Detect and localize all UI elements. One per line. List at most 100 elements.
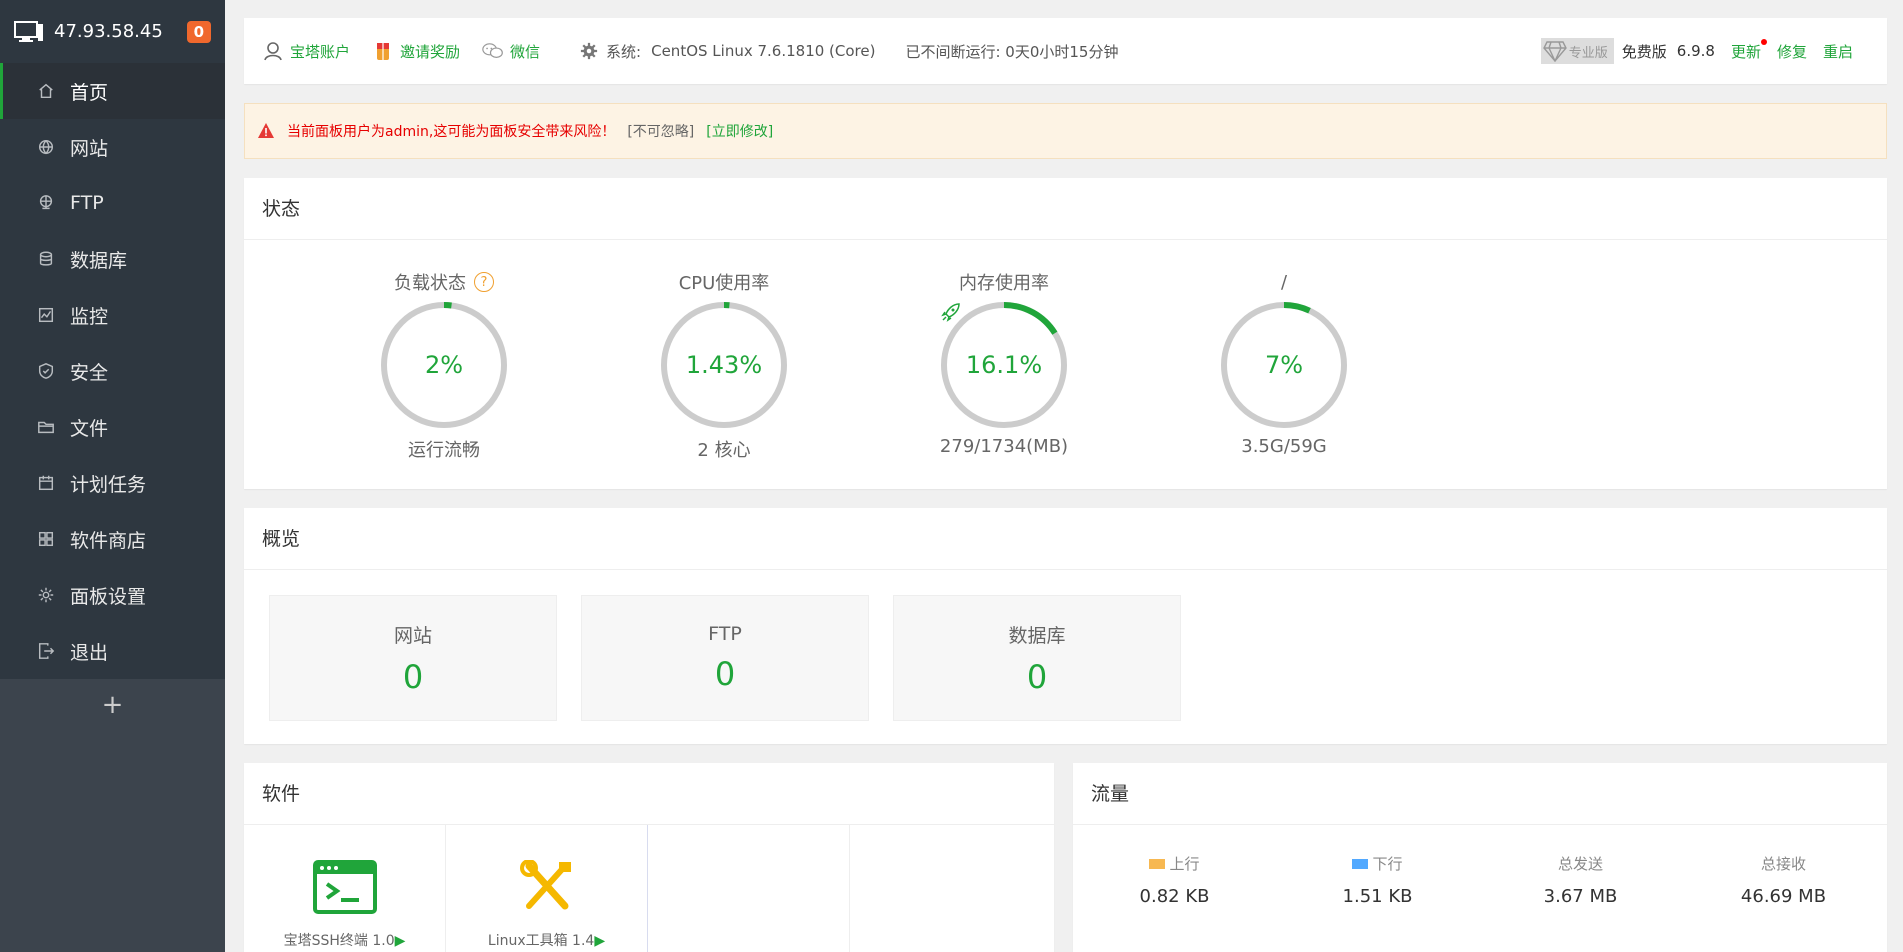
alert-ignore: [不可忽略] [627, 124, 695, 140]
traffic-value: 1.51 KB [1342, 886, 1413, 907]
pro-label: 专业版 [1568, 45, 1608, 61]
sidebar-item-label: 网站 [70, 137, 109, 160]
gear-icon [580, 42, 598, 60]
home-icon [36, 81, 56, 101]
traffic-stats: 上行 0.82 KB 下行 1.51 KB 总发送 3.67 MB 总接收 46… [1073, 825, 1887, 907]
status-panel: 状态 负载状态? 2% 运行流畅 CPU使用率 1.43% 2 核心 内存使用率… [244, 178, 1887, 489]
software-name-text: Linux工具箱 1.4 [487, 933, 595, 949]
traffic-label-text: 下行 [1372, 855, 1403, 873]
traffic-upload: 上行 0.82 KB [1073, 853, 1276, 907]
terminal-icon [312, 860, 377, 914]
edition-label: 免费版 [1621, 42, 1667, 61]
gauge-label: / [1280, 271, 1288, 293]
gauge-value: 16.1% [965, 351, 1043, 379]
wechat-link[interactable]: 微信 [482, 40, 540, 62]
monitor-icon [14, 20, 43, 42]
sidebar-item-cron[interactable]: 计划任务 [0, 455, 225, 511]
alert-fix-link[interactable]: [立即修改] [706, 121, 773, 141]
system-label: 系统: [606, 42, 642, 61]
upload-swatch [1149, 858, 1166, 869]
overview-card-ftp[interactable]: FTP 0 [581, 595, 869, 721]
uptime: 已不间断运行: 0天0小时15分钟 [905, 42, 1119, 61]
traffic-value: 3.67 MB [1543, 886, 1618, 907]
traffic-title: 流量 [1073, 763, 1887, 825]
restart-link[interactable]: 重启 [1823, 41, 1853, 62]
overview-title: 概览 [244, 508, 1887, 570]
message-badge[interactable]: 0 [186, 20, 211, 43]
sidebar: 47.93.58.45 0 首页 网站 FTP 数据库 监控 安全 文件 计划任… [0, 0, 225, 952]
gauge-ring: 7% [1219, 300, 1349, 430]
version-area: 专业版 免费版 6.9.8 更新 修复 重启 [1540, 38, 1869, 64]
calendar-icon [36, 473, 56, 493]
sidebar-item-ftp[interactable]: FTP [0, 175, 225, 231]
overview-panel: 概览 网站 0 FTP 0 数据库 0 [244, 508, 1887, 744]
gauge-sub: 2 核心 [697, 440, 751, 461]
globe-icon [36, 137, 56, 157]
wechat-label: 微信 [510, 42, 541, 61]
overview-card-website[interactable]: 网站 0 [269, 595, 557, 721]
security-alert: 当前面板用户为admin,这可能为面板安全带来风险！ [不可忽略] [立即修改] [244, 103, 1887, 159]
sidebar-item-database[interactable]: 数据库 [0, 231, 225, 287]
sidebar-item-settings[interactable]: 面板设置 [0, 567, 225, 623]
card-name: 数据库 [1008, 624, 1066, 647]
sidebar-item-label: 软件商店 [70, 529, 147, 552]
warning-icon [258, 123, 274, 138]
gauge-ring: 2% [379, 300, 509, 430]
play-icon[interactable]: ▶ [395, 933, 406, 949]
status-title: 状态 [244, 178, 1887, 240]
software-name: Linux工具箱 1.4▶ [488, 930, 605, 950]
sidebar-item-label: 首页 [70, 81, 109, 104]
gauge-label-text: 负载状态 [394, 273, 466, 294]
diamond-icon [1542, 41, 1567, 62]
card-count: 0 [402, 657, 424, 696]
gauge-label: CPU使用率 [678, 273, 770, 294]
sidebar-item-files[interactable]: 文件 [0, 399, 225, 455]
traffic-label: 下行 [1352, 853, 1403, 874]
gauge-ring: 1.43% [659, 300, 789, 430]
load-gauge[interactable]: 负载状态? 2% 运行流畅 [304, 240, 584, 462]
software-item-ssh[interactable]: 宝塔SSH终端 1.0▶ [244, 825, 446, 952]
card-count: 0 [714, 655, 736, 693]
database-icon [36, 249, 56, 269]
disk-gauge[interactable]: / 7% 3.5G/59G [1144, 240, 1424, 462]
tools-icon [519, 860, 571, 910]
user-icon [264, 42, 282, 61]
memory-gauge[interactable]: 内存使用率 16.1% 279/1734(MB) [864, 240, 1144, 462]
overview-cards: 网站 0 FTP 0 数据库 0 [244, 570, 1887, 721]
software-item-toolbox[interactable]: Linux工具箱 1.4▶ [446, 825, 648, 952]
help-icon[interactable]: ? [474, 272, 494, 292]
traffic-label-text: 上行 [1169, 855, 1200, 873]
software-grid: 宝塔SSH终端 1.0▶ Linux工具箱 1.4▶ [244, 825, 1054, 952]
update-link[interactable]: 更新 [1731, 38, 1767, 62]
sidebar-item-website[interactable]: 网站 [0, 119, 225, 175]
cpu-gauge[interactable]: CPU使用率 1.43% 2 核心 [584, 240, 864, 462]
traffic-panel: 流量 上行 0.82 KB 下行 1.51 KB 总发送 3.67 MB 总接收… [1073, 763, 1887, 952]
traffic-value: 0.82 KB [1139, 886, 1210, 907]
account-link[interactable]: 宝塔账户 [262, 40, 350, 62]
software-name: 宝塔SSH终端 1.0▶ [284, 930, 406, 950]
invite-link[interactable]: 邀请奖励 [372, 40, 460, 62]
sidebar-item-monitor[interactable]: 监控 [0, 287, 225, 343]
sidebar-item-store[interactable]: 软件商店 [0, 511, 225, 567]
add-shortcut-button[interactable]: + [0, 679, 225, 731]
monitor-chart-icon [36, 305, 56, 325]
sidebar-item-label: 监控 [70, 305, 109, 328]
folder-icon [36, 417, 56, 437]
sidebar-item-logout[interactable]: 退出 [0, 623, 225, 679]
sidebar-item-home[interactable]: 首页 [0, 63, 225, 119]
gauge-label: 负载状态? [394, 270, 494, 294]
repair-link[interactable]: 修复 [1777, 41, 1807, 62]
gauge-sub: 3.5G/59G [1241, 436, 1327, 457]
overview-card-database[interactable]: 数据库 0 [893, 595, 1181, 721]
version-number: 6.9.8 [1676, 42, 1715, 60]
pro-tag[interactable]: 专业版 [1540, 38, 1614, 64]
traffic-total-sent: 总发送 3.67 MB [1479, 853, 1682, 907]
play-icon[interactable]: ▶ [594, 933, 605, 949]
card-name: 网站 [393, 624, 432, 647]
gauge-sub: 279/1734(MB) [939, 436, 1069, 457]
software-empty-slot [648, 825, 850, 952]
sidebar-header: 47.93.58.45 0 [0, 0, 225, 63]
sidebar-item-security[interactable]: 安全 [0, 343, 225, 399]
sidebar-item-label: 数据库 [70, 249, 128, 272]
traffic-value: 46.69 MB [1740, 886, 1827, 907]
